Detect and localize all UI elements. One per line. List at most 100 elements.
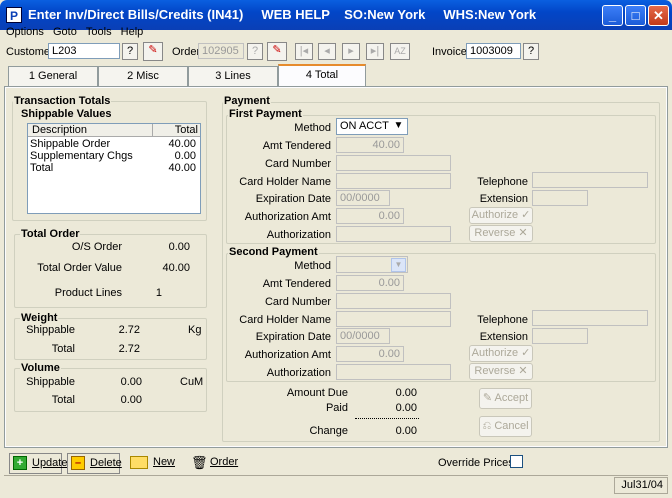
- first-ext-label: Extension: [479, 193, 528, 205]
- second-tel-label: Telephone: [477, 314, 528, 326]
- second-authorize-button[interactable]: Authorize ✓: [469, 345, 533, 362]
- second-method-label: Method: [294, 260, 331, 272]
- first-auth-amt-input[interactable]: 0.00: [336, 208, 404, 224]
- first-tel-label: Telephone: [477, 176, 528, 188]
- col-total: Total: [152, 124, 198, 136]
- x-icon: ✕: [518, 365, 528, 377]
- volume-total-value: 0.00: [120, 394, 142, 406]
- edit-order-icon[interactable]: ✎: [267, 42, 287, 61]
- order-label: Order: [172, 46, 201, 58]
- cancel-button[interactable]: ⎌ Cancel: [479, 416, 532, 437]
- menu-options[interactable]: Options: [6, 26, 44, 38]
- status-bar: [4, 475, 668, 495]
- weight-total-value: 2.72: [118, 343, 140, 355]
- os-order-label: O/S Order: [71, 241, 122, 253]
- first-method-select[interactable]: ON ACCT ▼: [336, 118, 408, 135]
- row-desc: Total: [30, 162, 54, 174]
- override-prices-checkbox[interactable]: [510, 455, 523, 468]
- x-icon: ✕: [518, 227, 528, 239]
- first-tel-input[interactable]: [532, 172, 648, 188]
- customer-lookup-button[interactable]: ?: [122, 43, 138, 60]
- first-auth-amt-label: Authorization Amt: [244, 211, 331, 223]
- row-total: 40.00: [168, 162, 196, 174]
- paid-value: 0.00: [395, 402, 417, 414]
- first-card-label: Card Number: [264, 158, 331, 170]
- first-amt-input[interactable]: 40.00: [336, 137, 404, 153]
- second-auth-input[interactable]: [336, 364, 451, 380]
- first-auth-input[interactable]: [336, 226, 451, 242]
- chevron-down-icon[interactable]: ▼: [391, 258, 406, 272]
- minimize-button[interactable]: _: [602, 5, 623, 26]
- row-total: 0.00: [174, 150, 196, 162]
- order-input[interactable]: 102905: [198, 43, 244, 59]
- last-record-icon[interactable]: ▸|: [366, 43, 384, 60]
- maximize-button[interactable]: □: [625, 5, 646, 26]
- next-record-icon[interactable]: ▸: [342, 43, 360, 60]
- first-record-icon[interactable]: |◂: [295, 43, 313, 60]
- table-header: Description Total: [28, 124, 200, 137]
- first-card-input[interactable]: [336, 155, 451, 171]
- invoice-lookup-button[interactable]: ?: [523, 43, 539, 60]
- first-reverse-button[interactable]: Reverse ✕: [469, 225, 533, 242]
- change-label: Change: [309, 425, 348, 437]
- invoice-input[interactable]: 1003009: [466, 43, 521, 59]
- amount-due-value: 0.00: [395, 387, 417, 399]
- sort-az-icon[interactable]: AZ: [390, 43, 410, 60]
- folder-icon: [130, 456, 148, 469]
- invoice-label: Invoice: [432, 46, 467, 58]
- first-method-value: ON ACCT: [340, 120, 389, 132]
- transaction-totals-title: Transaction Totals: [13, 95, 112, 107]
- update-button[interactable]: + Update: [9, 453, 67, 474]
- second-auth-amt-label: Authorization Amt: [244, 349, 331, 361]
- first-ext-input[interactable]: [532, 190, 588, 206]
- os-order-value: 0.00: [168, 241, 190, 253]
- second-tel-input[interactable]: [532, 310, 648, 326]
- customer-label: Customer: [6, 46, 54, 58]
- second-auth-amt-input[interactable]: 0.00: [336, 346, 404, 362]
- customer-input[interactable]: L203: [48, 43, 120, 59]
- product-lines-value: 1: [155, 287, 162, 299]
- delete-button[interactable]: – Delete: [67, 453, 122, 474]
- tab-general[interactable]: 1 General: [8, 66, 98, 86]
- second-ext-label: Extension: [479, 331, 528, 343]
- new-button[interactable]: New: [127, 453, 179, 474]
- first-exp-input[interactable]: 00/0000: [336, 190, 390, 206]
- accept-button[interactable]: ✎ Accept: [479, 388, 532, 409]
- first-reverse-label: Reverse: [474, 227, 516, 239]
- change-value: 0.00: [395, 425, 417, 437]
- first-authorize-button[interactable]: Authorize ✓: [469, 207, 533, 224]
- second-reverse-button[interactable]: Reverse ✕: [469, 363, 533, 380]
- second-holder-input[interactable]: [336, 311, 451, 327]
- tab-total[interactable]: 4 Total: [278, 64, 366, 86]
- check-icon: ✓: [521, 209, 531, 221]
- shippable-values-table: Description Total Shippable Order 40.00 S…: [27, 123, 201, 214]
- weight-shippable-value: 2.72: [118, 324, 140, 336]
- chevron-down-icon[interactable]: ▼: [391, 120, 406, 134]
- weight-shippable-label: Shippable: [26, 324, 75, 336]
- second-card-input[interactable]: [336, 293, 451, 309]
- prev-record-icon[interactable]: ◂: [318, 43, 336, 60]
- total-order-value: 40.00: [162, 262, 190, 274]
- first-holder-input[interactable]: [336, 173, 451, 189]
- tab-lines[interactable]: 3 Lines: [188, 66, 278, 86]
- second-payment-title: Second Payment: [228, 246, 319, 258]
- col-description: Description: [32, 124, 88, 136]
- second-ext-input[interactable]: [532, 328, 588, 344]
- edit-customer-icon[interactable]: ✎: [143, 42, 163, 61]
- close-button[interactable]: ✕: [648, 5, 669, 26]
- tab-misc[interactable]: 2 Misc: [98, 66, 188, 86]
- status-date: Jul31/04: [614, 477, 668, 494]
- menu-help[interactable]: Help: [121, 26, 144, 38]
- second-method-select[interactable]: ▼: [336, 256, 408, 273]
- second-exp-input[interactable]: 00/0000: [336, 328, 390, 344]
- window-title: Enter Inv/Direct Bills/Credits (IN41) WE…: [28, 7, 537, 22]
- weight-unit: Kg: [188, 324, 202, 336]
- volume-shippable-label: Shippable: [26, 376, 75, 388]
- order-button[interactable]: 🗑 Order: [188, 453, 238, 474]
- order-lookup-button[interactable]: ?: [247, 43, 263, 60]
- menu-tools[interactable]: Tools: [86, 26, 112, 38]
- second-amt-input[interactable]: 0.00: [336, 275, 404, 291]
- row-desc: Supplementary Chgs: [30, 150, 133, 162]
- menu-goto[interactable]: Goto: [53, 26, 77, 38]
- volume-title: Volume: [20, 362, 61, 374]
